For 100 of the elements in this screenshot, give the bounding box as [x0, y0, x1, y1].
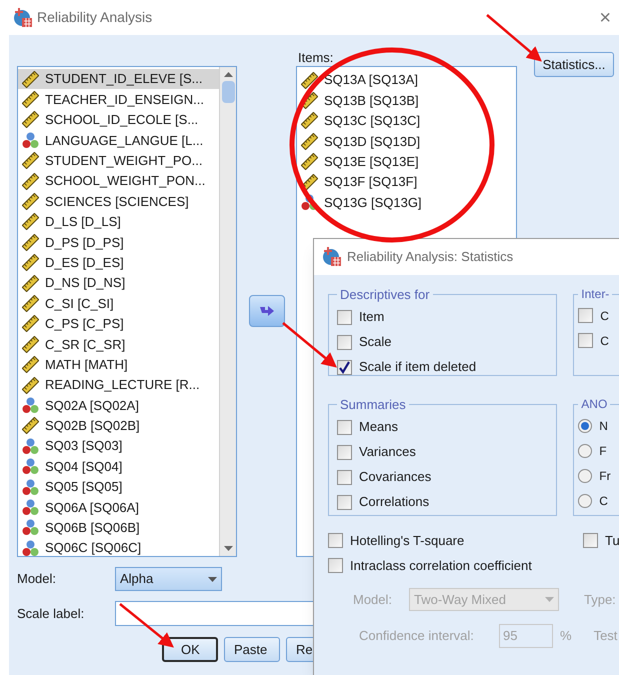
checkbox[interactable] [337, 334, 352, 350]
variable-item[interactable]: D_NS [D_NS] [18, 272, 219, 294]
option-label: Intraclass correlation coefficient [350, 556, 532, 575]
field-label: Scale label: [17, 604, 86, 623]
field-label: Model: [17, 570, 58, 588]
three-balls-icon [22, 132, 39, 149]
three-balls-icon [22, 478, 39, 496]
variable-item[interactable]: SQ13B [SQ13B] [297, 90, 516, 111]
variable-item[interactable]: STUDENT_WEIGHT_PO... [18, 150, 219, 171]
field-label: Type: [584, 590, 616, 609]
option-label: Scale [359, 333, 392, 352]
variable-item[interactable]: SQ05 [SQ05] [18, 476, 219, 498]
annotation-arrow [282, 322, 337, 368]
three-balls-icon [22, 458, 39, 476]
scrollbar-thumb[interactable] [222, 81, 234, 103]
checkbox[interactable] [337, 444, 352, 460]
variable-item[interactable]: SQ02B [SQ02B] [18, 416, 219, 436]
caret-icon [208, 576, 217, 582]
window-title: Reliability Analysis: Statistics [347, 248, 514, 266]
three-balls-icon [22, 438, 39, 455]
ruler-icon [301, 92, 318, 110]
option-label: Tu [605, 532, 619, 550]
radio-button[interactable] [578, 418, 592, 432]
variable-item[interactable]: SCHOOL_ID_ECOLE [S... [18, 110, 219, 130]
variable-item[interactable]: STUDENT_ID_ELEVE [S... [18, 69, 219, 90]
checkbox[interactable] [328, 558, 343, 573]
variable-item[interactable]: D_LS [D_LS] [18, 212, 219, 232]
option-label: Item [359, 308, 384, 326]
move-right-button[interactable] [248, 295, 284, 327]
option-label: Fr [599, 468, 611, 484]
variable-item[interactable]: SQ13A [SQ13A] [297, 70, 516, 90]
variable-item[interactable]: READING_LECTURE [R... [18, 374, 219, 396]
option-label: Hotelling's T-square [350, 532, 464, 550]
three-balls-icon [22, 396, 39, 414]
group-title: ANO [580, 396, 608, 413]
percent-sign: % [560, 627, 572, 646]
checkbox[interactable] [337, 494, 352, 510]
app-icon [13, 8, 33, 28]
option-label: C [599, 492, 608, 510]
variable-item[interactable]: D_PS [D_PS] [18, 232, 219, 253]
app-icon [322, 247, 342, 267]
checkbox[interactable] [337, 360, 352, 374]
checkbox[interactable] [337, 470, 352, 484]
option-label: C [600, 308, 609, 324]
model-dropdown[interactable]: Alpha [115, 567, 222, 591]
checkbox[interactable] [328, 533, 343, 548]
group-title: Summaries [339, 396, 407, 414]
window-title: Reliability Analysis [37, 8, 152, 27]
variable-item[interactable]: LANGUAGE_LANGUE [L... [18, 130, 219, 151]
option-label: N [599, 418, 608, 434]
variable-item[interactable]: SQ13C [SQ13C] [297, 110, 516, 132]
dialog-button[interactable]: OK [162, 637, 218, 662]
variable-item[interactable]: SQ03 [SQ03] [18, 436, 219, 456]
option-label: Variances [359, 443, 416, 462]
group-title: Inter- [580, 286, 610, 303]
variable-item[interactable]: SQ06C [SQ06C] [18, 538, 219, 556]
variable-item[interactable]: C_SR [C_SR] [18, 334, 219, 354]
variable-item[interactable]: D_ES [D_ES] [18, 252, 219, 273]
variable-item[interactable]: C_PS [C_PS] [18, 314, 219, 334]
variable-item[interactable]: SQ13F [SQ13F] [297, 172, 516, 192]
variable-item[interactable]: SCIENCES [SCIENCES] [18, 191, 219, 212]
variable-item[interactable]: C_SI [C_SI] [18, 293, 219, 314]
field-label: Model: [352, 590, 394, 609]
variable-item[interactable]: MATH [MATH] [18, 354, 219, 375]
field-label: Test [594, 627, 618, 646]
items-label: Items: [297, 50, 334, 66]
group-title: Descriptives for [339, 286, 431, 304]
variable-item[interactable]: SQ06B [SQ06B] [18, 518, 219, 538]
annotation-arrow [119, 603, 174, 648]
radio-button[interactable] [578, 444, 592, 458]
option-label: Covariances [359, 468, 432, 486]
variable-item[interactable]: TEACHER_ID_ENSEIGN... [18, 89, 219, 110]
close-button[interactable]: × [599, 8, 611, 28]
variable-item[interactable]: SQ13G [SQ13G] [297, 192, 516, 213]
caret-icon [545, 597, 554, 602]
scrollbar[interactable] [219, 67, 236, 556]
variable-item[interactable]: SQ02A [SQ02A] [18, 395, 219, 416]
variable-item[interactable]: SQ06A [SQ06A] [18, 497, 219, 518]
option-label: C [600, 332, 609, 350]
variable-item[interactable]: SQ13D [SQ13D] [297, 131, 516, 152]
option-label: Means [359, 418, 398, 436]
option-label: Correlations [359, 493, 430, 512]
checkbox[interactable] [578, 333, 594, 348]
dialog-button[interactable]: Paste [224, 637, 280, 662]
field-label: Confidence interval: [358, 627, 475, 646]
checkbox[interactable] [578, 308, 594, 323]
three-balls-icon [22, 498, 39, 516]
bent-arrow-icon [260, 305, 274, 317]
option-label: Scale if item deleted [359, 358, 476, 376]
statistics-button[interactable]: Statistics... [534, 52, 614, 77]
variable-item[interactable]: SQ04 [SQ04] [18, 456, 219, 477]
variable-item[interactable]: SCHOOL_WEIGHT_PON... [18, 170, 219, 192]
radio-button[interactable] [578, 468, 592, 482]
three-balls-icon [22, 540, 39, 556]
variable-item[interactable]: SQ13E [SQ13E] [297, 152, 516, 172]
checkbox[interactable] [337, 420, 352, 434]
checkbox[interactable] [337, 310, 352, 324]
option-label: F [599, 442, 607, 460]
checkbox[interactable] [583, 533, 598, 548]
radio-button[interactable] [578, 494, 592, 508]
